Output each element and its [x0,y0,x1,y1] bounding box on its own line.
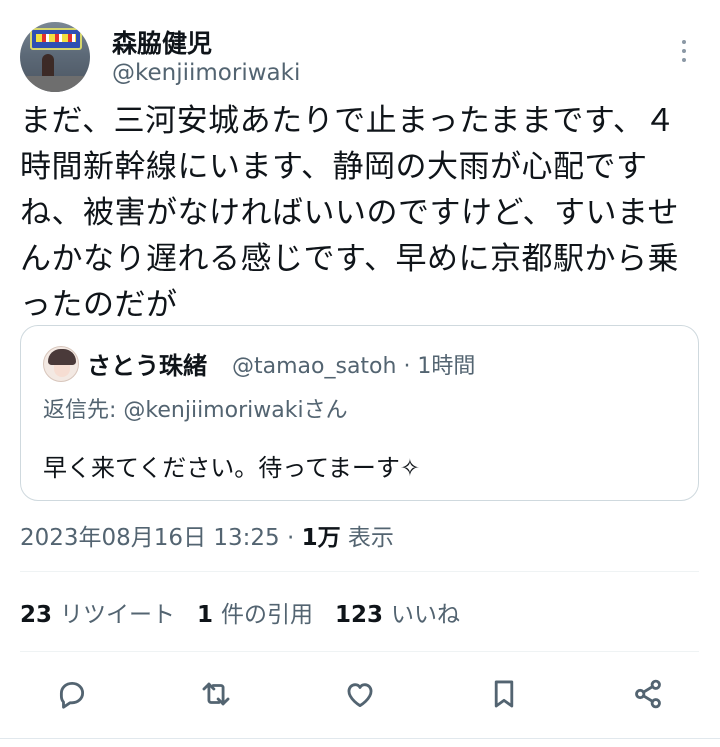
reply-prefix: 返信先: [43,398,124,423]
divider [20,571,699,572]
reply-mention: @kenjiimoriwaki [123,398,304,423]
retweets-count: 23 [20,602,53,628]
tweet-meta: 2023年08月16日 13:25 · 1万 表示 [20,518,394,552]
quotes-label: 件の引用 [221,602,314,628]
meta-separator: · [279,525,302,551]
quoted-tweet[interactable]: さとう珠緒 @tamao_satoh · 1時間 返信先: @kenjiimor… [20,325,699,501]
reply-suffix: さん [303,398,348,423]
quotes-count: 1 [197,602,214,628]
tweet-text: まだ、三河安城あたりで止まったままです、４時間新幹線にいます、静岡の大雨が心配で… [20,103,680,323]
views-label: 表示 [340,525,394,551]
author-handle[interactable]: @kenjiimoriwaki [112,60,300,86]
bookmark-icon [494,680,514,708]
more-dot [682,49,686,53]
author-name[interactable]: 森脇健児 [112,24,212,60]
divider [20,651,699,652]
engagement-stats: 23 リツイート 1 件の引用 123 いいね [20,595,460,629]
share-button[interactable] [626,672,670,716]
retweet-icon [202,682,230,706]
views-count: 1万 [301,525,341,551]
author-avatar[interactable] [20,22,90,92]
reply-icon [59,681,85,709]
retweets-label: リツイート [60,602,176,628]
likes-label: いいね [391,602,461,628]
tweet-timestamp[interactable]: 2023年08月16日 13:25 [20,525,280,551]
retweets-stat[interactable]: 23 リツイート [20,595,175,629]
quotes-stat[interactable]: 1 件の引用 [197,595,313,629]
avatar-floor [20,76,90,92]
share-icon [635,679,661,709]
quoted-author-meta: @tamao_satoh · 1時間 [232,354,476,379]
likes-stat[interactable]: 123 いいね [335,595,460,629]
more-icon[interactable] [672,36,696,66]
likes-count: 123 [335,602,384,628]
retweet-button[interactable] [194,672,238,716]
quoted-author-name: さとう珠緒 [87,352,207,380]
reply-button[interactable] [50,672,94,716]
quoted-text: 早く来てください。待ってまーす✧ [43,454,420,482]
tweet-detail: 森脇健児 @kenjiimoriwaki まだ、三河安城あたりで止まったままです… [0,0,720,747]
bookmark-button[interactable] [482,672,526,716]
bottom-divider [0,738,720,739]
like-button[interactable] [338,672,382,716]
quoted-author-avatar [43,346,79,382]
heart-icon [347,683,373,708]
quoted-reply-to: 返信先: @kenjiimoriwakiさん [43,392,348,424]
avatar-sign [30,28,82,50]
action-bar [50,672,680,716]
more-dot [682,58,686,62]
more-dot [682,40,686,44]
